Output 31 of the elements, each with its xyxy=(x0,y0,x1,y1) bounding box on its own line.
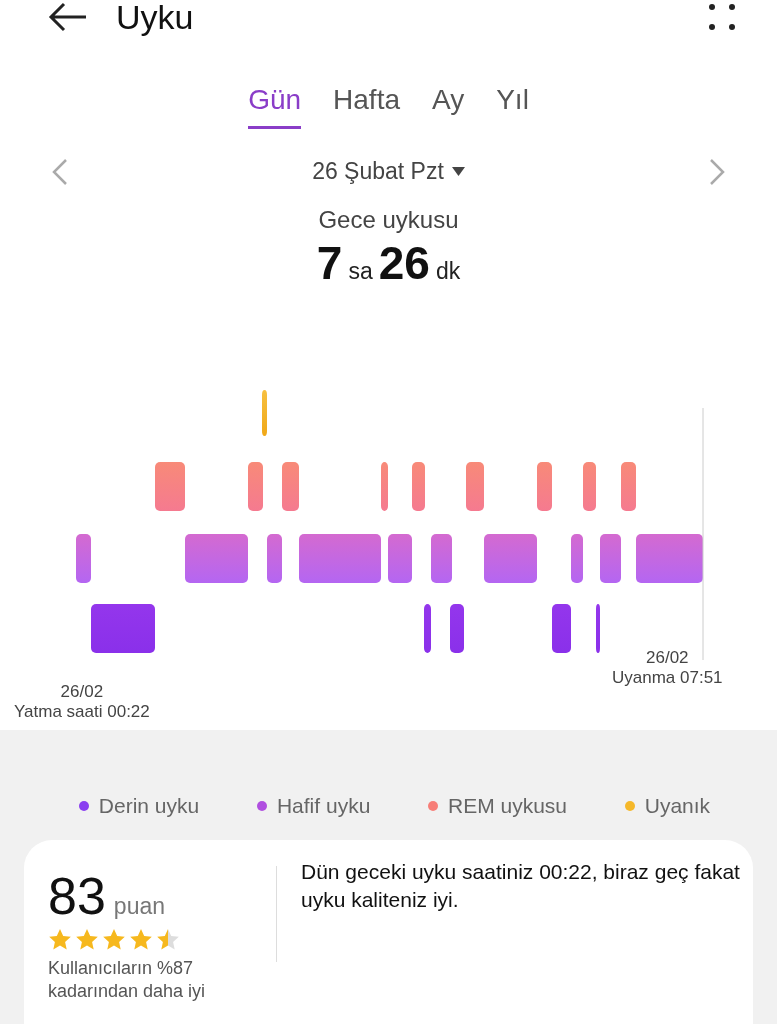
period-tab[interactable]: Hafta xyxy=(333,84,400,129)
score-value: 83 xyxy=(48,866,106,926)
bedtime-date: 26/02 xyxy=(59,682,105,702)
more-menu-icon[interactable] xyxy=(707,2,737,32)
period-tab[interactable]: Ay xyxy=(432,84,465,129)
star-icon xyxy=(102,928,126,951)
caret-icon xyxy=(451,167,465,176)
minutes-value: 26 xyxy=(378,236,430,290)
page-title: Uyku xyxy=(116,0,195,37)
period-tab[interactable]: Yıl xyxy=(496,84,529,129)
star-icon xyxy=(75,928,99,951)
hours-unit: sa xyxy=(348,258,373,285)
wake-label: Uyanma 07:51 xyxy=(612,668,723,688)
score-unit: puan xyxy=(113,893,165,920)
minutes-unit: dk xyxy=(435,258,461,285)
comparison-text: Kullanıcıların %87 kadarından daha iyi xyxy=(48,957,207,1004)
legend-label: REM uykusu xyxy=(448,794,568,818)
summary-label: Gece uykusu xyxy=(317,206,460,234)
star-icon xyxy=(156,928,180,951)
wake-date: 26/02 xyxy=(645,648,690,668)
legend-label: Uyanık xyxy=(644,794,711,818)
bedtime-label: Yatma saati 00:22 xyxy=(14,702,150,722)
hours-value: 7 xyxy=(316,236,343,290)
legend-label: Hafif uyku xyxy=(276,794,371,818)
star-icon xyxy=(129,928,153,951)
star-icon xyxy=(48,928,72,951)
period-tab[interactable]: Gün xyxy=(248,84,302,129)
date-dropdown[interactable]: 26 Şubat Pzt xyxy=(306,157,471,186)
back-arrow-icon[interactable] xyxy=(48,2,88,32)
sleep-comment: Dün geceki uyku saatiniz 00:22, biraz geç fakat uyku kaliteniz iyi. xyxy=(301,859,741,914)
legend-label: Derin uyku xyxy=(98,794,200,818)
